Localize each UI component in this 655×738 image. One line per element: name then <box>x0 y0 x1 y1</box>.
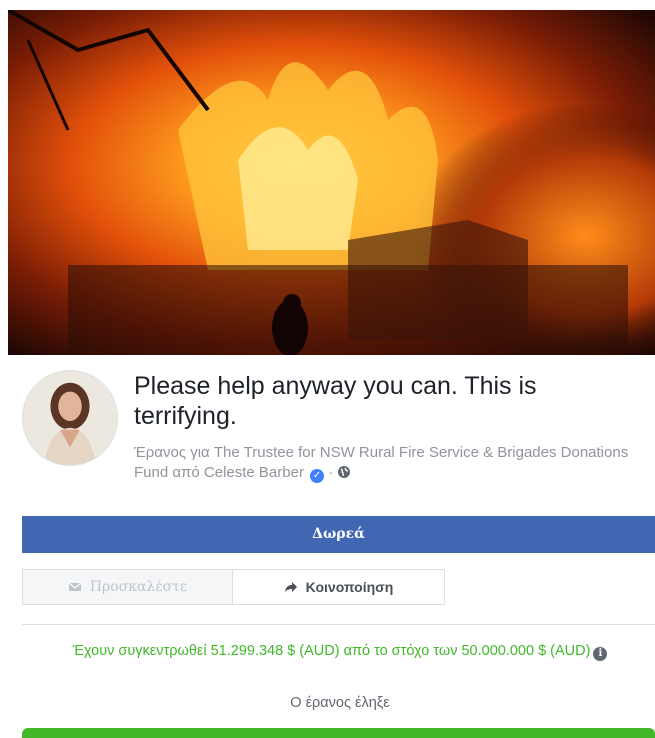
invite-label: Προσκαλέστε <box>89 579 188 595</box>
donate-button[interactable]: Δωρεά <box>22 516 655 553</box>
fundraiser-ended-status: Ο έρανος έληξε <box>290 695 390 711</box>
subtitle-text[interactable]: Έρανος για The Trustee for NSW Rural Fir… <box>134 444 628 481</box>
globe-icon <box>337 465 351 479</box>
info-icon[interactable]: i <box>593 647 608 661</box>
progress-bar-fill <box>22 728 655 738</box>
invite-button[interactable]: Προσκαλέστε <box>22 569 233 605</box>
fundraiser-title: Please help anyway you can. This is terr… <box>134 372 537 430</box>
avatar[interactable] <box>22 370 118 466</box>
verified-badge-icon: ✓ <box>310 469 325 483</box>
raised-amount-text: Έχουν συγκεντρωθεί 51.299.348 $ (AUD) απ… <box>40 641 640 662</box>
action-buttons: Προσκαλέστε Κοινοποίηση <box>22 569 445 605</box>
progress-bar <box>22 728 655 738</box>
fundraiser-subtitle: Έρανος για The Trustee for NSW Rural Fir… <box>134 443 634 483</box>
raised-text: Έχουν συγκεντρωθεί 51.299.348 $ (AUD) απ… <box>72 643 591 659</box>
divider <box>22 624 655 625</box>
cover-photo <box>8 10 655 355</box>
subtitle-separator: · <box>328 464 334 481</box>
envelope-icon <box>68 580 82 594</box>
share-button[interactable]: Κοινοποίηση <box>233 569 445 605</box>
share-label: Κοινοποίηση <box>305 579 394 595</box>
share-arrow-icon <box>284 580 298 594</box>
